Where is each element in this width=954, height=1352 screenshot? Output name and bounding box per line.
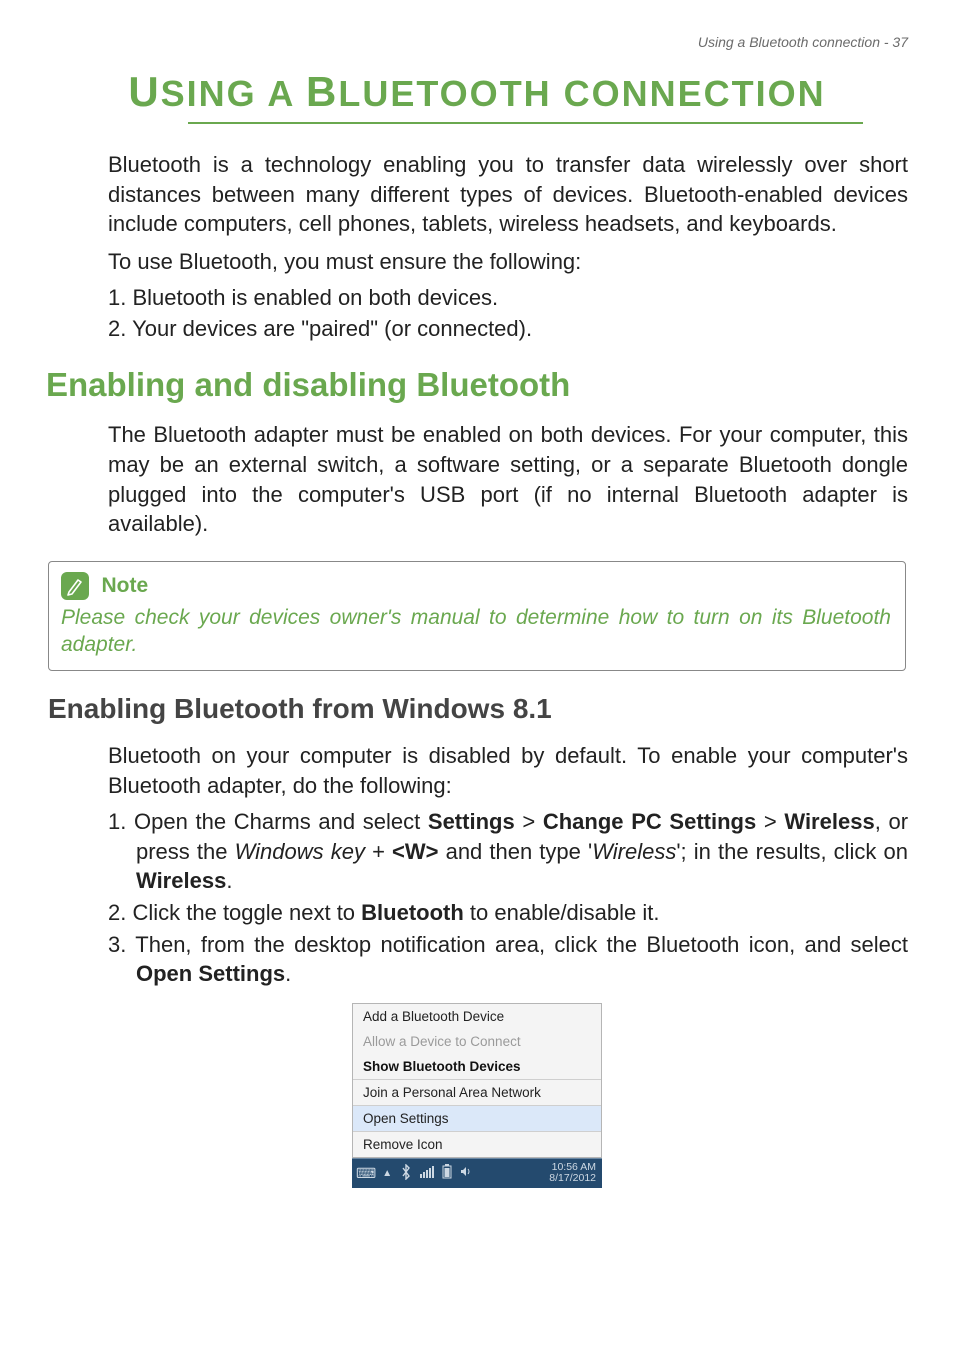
step-text: Click the toggle next to (132, 900, 361, 925)
clock-date: 8/17/2012 (549, 1173, 596, 1185)
section-heading-win81: Enabling Bluetooth from Windows 8.1 (48, 693, 908, 725)
menu-item-allow-connect: Allow a Device to Connect (353, 1029, 601, 1054)
ui-label: Settings (428, 809, 515, 834)
system-tray: ▲ (382, 1164, 473, 1183)
note-header: Note (61, 572, 891, 600)
network-icon[interactable] (420, 1166, 434, 1181)
bluetooth-context-menu: Add a Bluetooth Device Allow a Device to… (352, 1003, 602, 1188)
taskbar-clock[interactable]: 10:56 AM 8/17/2012 (549, 1162, 596, 1185)
context-popup: Add a Bluetooth Device Allow a Device to… (352, 1003, 602, 1158)
step-text: . (285, 961, 291, 986)
step-text: to enable/disable it. (464, 900, 660, 925)
intro-list-item-2: 2. Your devices are "paired" (or connect… (108, 314, 908, 344)
show-hidden-icons[interactable]: ▲ (382, 1168, 392, 1179)
note-callout: Note Please check your devices owner's m… (48, 561, 906, 672)
key-combo: <W> (392, 839, 438, 864)
battery-icon[interactable] (442, 1164, 452, 1182)
intro-paragraph-2: To use Bluetooth, you must ensure the fo… (108, 247, 908, 277)
ui-label: Wireless (784, 809, 874, 834)
intro-list-item-1: 1. Bluetooth is enabled on both devices. (108, 283, 908, 313)
title-letter: U (128, 68, 160, 115)
menu-item-show-devices[interactable]: Show Bluetooth Devices (353, 1054, 601, 1079)
bluetooth-icon[interactable] (400, 1164, 412, 1183)
title-letter: B (306, 68, 338, 115)
step-number: 2. (108, 900, 132, 925)
section1-body: The Bluetooth adapter must be enabled on… (108, 420, 908, 539)
menu-item-open-settings[interactable]: Open Settings (353, 1106, 601, 1131)
step-number: 1. (108, 809, 134, 834)
pencil-icon (61, 572, 89, 600)
step-text: Then, from the desktop notification area… (135, 932, 908, 957)
ui-label: Change PC Settings (543, 809, 756, 834)
key-name: Windows key (235, 839, 365, 864)
step-text: + (365, 839, 392, 864)
title-underline (188, 122, 863, 124)
step-text: . (226, 868, 232, 893)
step-text: and then type ' (438, 839, 592, 864)
note-text: Please check your devices owner's manual… (61, 604, 891, 659)
step-text: > (756, 809, 784, 834)
volume-icon[interactable] (460, 1165, 473, 1181)
menu-item-join-pan[interactable]: Join a Personal Area Network (353, 1080, 601, 1105)
section2-step-2: 2. Click the toggle next to Bluetooth to… (108, 898, 908, 928)
keyboard-icon[interactable]: ⌨ (356, 1165, 376, 1182)
intro-paragraph-1: Bluetooth is a technology enabling you t… (108, 150, 908, 239)
step-text: Open the Charms and select (134, 809, 428, 834)
menu-item-add-device[interactable]: Add a Bluetooth Device (353, 1004, 601, 1029)
section-heading-enable-disable: Enabling and disabling Bluetooth (46, 366, 908, 404)
step-text: '; in the results, click on (676, 839, 908, 864)
section2-intro: Bluetooth on your computer is disabled b… (108, 741, 908, 800)
page-title: USING A BLUETOOTH CONNECTION (46, 68, 908, 116)
page-header: Using a Bluetooth connection - 37 (46, 34, 908, 50)
note-label: Note (101, 574, 148, 597)
title-text: SING A (161, 73, 306, 114)
ui-label: Wireless (136, 868, 226, 893)
menu-item-remove-icon[interactable]: Remove Icon (353, 1132, 601, 1157)
step-text: > (515, 809, 543, 834)
step-number: 3. (108, 932, 135, 957)
title-text: LUETOOTH CONNECTION (338, 73, 825, 114)
section2-step-3: 3. Then, from the desktop notification a… (108, 930, 908, 989)
taskbar: ⌨ ▲ 10:56 AM 8/17/2012 (352, 1158, 602, 1188)
ui-label: Bluetooth (361, 900, 464, 925)
bluetooth-menu-screenshot: Add a Bluetooth Device Allow a Device to… (46, 1003, 908, 1188)
section2-step-1: 1. Open the Charms and select Settings >… (108, 807, 908, 896)
search-term: Wireless (592, 839, 676, 864)
ui-label: Open Settings (136, 961, 285, 986)
